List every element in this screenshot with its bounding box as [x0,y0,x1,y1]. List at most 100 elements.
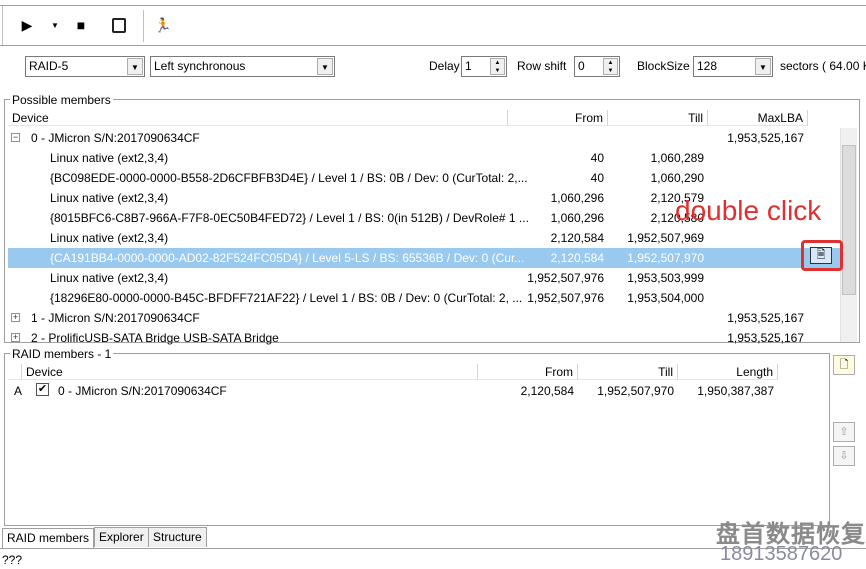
column-device[interactable]: Device [22,364,478,380]
save-button[interactable] [108,14,130,36]
move-down-button[interactable]: ⇩ [833,446,855,466]
raid-type-select[interactable]: RAID-5 ▼ [25,56,145,77]
member-letter: A [14,384,23,398]
column-till[interactable]: Till [608,110,708,126]
annotation-text: double click [675,195,822,226]
row-shift-label: Row shift [517,59,567,73]
stop-button[interactable]: ■ [70,14,92,36]
delay-value: 1 [465,59,472,73]
possible-scrollbar[interactable] [840,128,857,342]
play-icon: ▶ [21,16,33,33]
row-from: 1,952,507,976 [527,291,604,305]
row-maxlba: 1,953,525,167 [727,331,804,345]
row-device: 0 - JMicron S/N:2017090634CF [31,131,200,145]
possible-member-row[interactable]: Linux native (ext2,3,4) 2,120,584 1,952,50… [8,228,840,248]
open-document-button[interactable]: 🗎 [810,247,832,264]
possible-member-row[interactable]: Linux native (ext2,3,4) 1,952,507,976 1,95… [8,268,840,288]
document-icon: 🗎 [816,249,826,261]
block-size-label: BlockSize [637,59,690,73]
row-from: 40 [590,151,604,165]
member-device: 0 - JMicron S/N:2017090634CF [58,384,227,398]
block-size-value: 128 [697,59,718,73]
tab-explorer[interactable]: Explorer [94,527,149,547]
chevron-down-icon: ▼ [317,58,333,75]
possible-member-row[interactable]: +2 - ProlificUSB-SATA Bridge USB-SATA Br… [8,328,840,348]
row-device: Linux native (ext2,3,4) [50,151,169,165]
row-till: 1,060,290 [650,171,704,185]
chevron-down-icon: ▼ [755,58,771,75]
row-shift-spinner[interactable]: 0 ▲ ▼ [574,56,620,77]
delay-label: Delay [429,59,460,73]
row-from: 1,060,296 [550,211,604,225]
row-till: 1,953,503,999 [627,271,704,285]
chevron-down-icon: ▼ [127,58,143,75]
row-from: 40 [590,171,604,185]
raid-type-value: RAID-5 [29,59,69,73]
column-device[interactable]: Device [8,110,508,126]
row-from: 1,060,296 [550,191,604,205]
member-from: 2,120,584 [520,384,574,398]
row-till: 1,953,504,000 [627,291,704,305]
row-till: 1,952,507,970 [627,251,704,265]
row-device: Linux native (ext2,3,4) [50,231,169,245]
possible-member-row[interactable]: − 0 - JMicron S/N:2017090634CF 1,953,525,1… [8,128,840,148]
member-length: 1,950,387,387 [697,384,774,398]
row-device: {18296E80-0000-0000-B45C-BFDFF721AF22} /… [50,291,523,305]
row-maxlba: 1,953,525,167 [727,131,804,145]
member-checkbox[interactable]: ✔ [36,383,49,396]
expander-icon[interactable]: − [11,133,20,142]
scroll-thumb[interactable] [842,145,856,295]
tab-raid-members[interactable]: RAID members [2,528,95,549]
layout-value: Left synchronous [154,59,246,73]
column-till[interactable]: Till [578,364,678,380]
row-till: 1,952,507,969 [627,231,704,245]
possible-members-title: Possible members [10,93,113,107]
row-device: Linux native (ext2,3,4) [50,191,169,205]
row-till: 1,060,289 [650,151,704,165]
spin-arrows-icon[interactable]: ▲ ▼ [490,58,505,75]
possible-member-row[interactable]: +1 - JMicron S/N:2017090634CF 1,953,525,1… [8,308,840,328]
play-dropdown-button[interactable]: ▼ [44,14,66,36]
play-button[interactable]: ▶ [16,14,38,36]
member-till: 1,952,507,970 [597,384,674,398]
status-bar-text: ??? [2,553,23,567]
column-maxlba[interactable]: MaxLBA [708,110,808,126]
stop-icon: ■ [76,17,86,33]
row-from: 2,120,584 [550,231,604,245]
move-up-button[interactable]: ⇧ [833,422,855,442]
row-from: 1,952,507,976 [527,271,604,285]
tab-structure[interactable]: Structure [148,527,207,547]
row-device: {8015BFC6-C8B7-966A-F7F8-0EC50B4FED72} /… [50,211,529,225]
row-device: 2 - ProlificUSB-SATA Bridge USB-SATA Bri… [31,331,279,345]
possible-member-row[interactable]: {CA191BB4-0000-0000-AD02-82F524FC05D4} /… [8,248,840,268]
possible-member-row[interactable]: {18296E80-0000-0000-B45C-BFDFF721AF22} /… [8,288,840,308]
delay-spinner[interactable]: 1 ▲ ▼ [461,56,507,77]
raid-member-row[interactable]: A ✔ 0 - JMicron S/N:2017090634CF 2,120,5… [8,381,808,401]
watermark-line2: 18913587620 [720,543,843,565]
exit-icon: 🏃 [154,16,172,33]
possible-member-row[interactable]: {BC098EDE-0000-0000-B558-2D6CFBFB3D4E} /… [8,168,840,188]
spin-arrows-icon[interactable]: ▲ ▼ [603,58,618,75]
expander-icon[interactable]: + [11,313,20,322]
column-from[interactable]: From [508,110,608,126]
row-shift-value: 0 [578,59,585,73]
block-size-select[interactable]: 128 ▼ [693,56,773,77]
row-from: 2,120,584 [550,251,604,265]
raid-members-title: RAID members - 1 [10,347,114,361]
dropdown-arrow-icon: ▼ [51,20,59,30]
row-device: {CA191BB4-0000-0000-AD02-82F524FC05D4} /… [50,251,525,265]
save-icon [112,17,126,33]
layout-select[interactable]: Left synchronous ▼ [150,56,335,77]
expander-icon[interactable]: + [11,333,20,342]
arrow-up-icon: ⇧ [839,426,849,438]
column-length[interactable]: Length [678,364,778,380]
add-member-button[interactable]: 🗋 [833,355,855,375]
row-maxlba: 1,953,525,167 [727,311,804,325]
possible-member-row[interactable]: Linux native (ext2,3,4) 40 1,060,289 [8,148,840,168]
row-device: Linux native (ext2,3,4) [50,271,169,285]
sectors-label: sectors ( 64.00 KI [780,59,866,73]
exit-button[interactable]: 🏃 [152,14,174,36]
column-from[interactable]: From [478,364,578,380]
row-device: {BC098EDE-0000-0000-B558-2D6CFBFB3D4E} /… [50,171,528,185]
arrow-down-icon: ⇩ [839,450,849,462]
